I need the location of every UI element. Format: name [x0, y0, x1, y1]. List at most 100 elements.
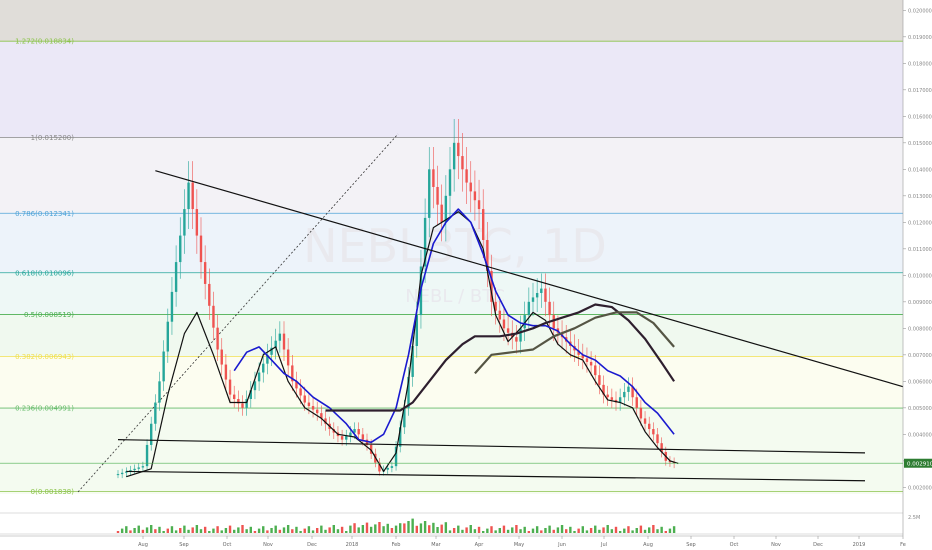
volume-bar [506, 529, 510, 533]
candle-body [527, 301, 531, 316]
candle-body [311, 406, 315, 410]
price-chart[interactable]: NEBLBTC, 1D NEBL / BTC 1.272(0.018834)1(… [0, 0, 932, 550]
volume-bar [357, 527, 360, 533]
candle-body [639, 407, 643, 419]
volume-bar [581, 526, 584, 533]
volume-bar [419, 523, 423, 533]
volume-bar [482, 531, 485, 533]
volume-bar [428, 525, 431, 533]
volume-bars [0, 512, 903, 535]
volume-bar [457, 525, 460, 533]
volume-bar [228, 525, 232, 533]
candle-body [598, 375, 601, 385]
volume-bar [627, 526, 630, 533]
time-tick-label: 2018 [346, 542, 359, 548]
candle-body [257, 372, 261, 382]
volume-bar [544, 528, 547, 533]
candle-body [594, 365, 597, 376]
volume-bar [378, 522, 381, 533]
candle-body [224, 364, 228, 380]
price-tick-label: 0.015000 [908, 141, 932, 147]
candle-body [212, 305, 215, 328]
volume-bar [461, 529, 464, 533]
candle-body [141, 466, 145, 468]
candle-body [154, 402, 157, 424]
volume-bar [610, 529, 614, 533]
candle-body [436, 186, 439, 205]
volume-bar [141, 529, 145, 533]
candle-body [228, 379, 232, 395]
volume-bar [452, 528, 456, 533]
fib-level-label: 0.5(0.008519) [24, 311, 74, 319]
candle-body [469, 182, 472, 192]
volume-bar [266, 530, 269, 533]
volume-bar [129, 530, 132, 533]
candle-body [345, 436, 348, 440]
candle-body [648, 423, 651, 430]
volume-bar [120, 528, 124, 533]
volume-bar [540, 530, 543, 533]
candle-body [482, 209, 485, 240]
volume-bar [565, 529, 568, 533]
price-tick-label: 0.010000 [908, 273, 932, 279]
candle-body [444, 195, 448, 223]
volume-bar [336, 529, 340, 533]
volume-bar [187, 529, 190, 533]
candle-body [506, 328, 510, 333]
volume-bar [282, 527, 286, 533]
volume-bar [560, 525, 564, 533]
volume-bar [199, 529, 203, 533]
volume-bar [353, 523, 356, 533]
volume-bar [548, 525, 551, 533]
volume-bar [660, 526, 663, 533]
volume-bar [490, 526, 493, 533]
volume-bar [303, 528, 306, 533]
candle-body [515, 337, 518, 342]
time-tick-label: Mar [431, 542, 441, 548]
price-tick-label: 0.019000 [908, 35, 932, 41]
time-tick-label: Jul [600, 542, 607, 548]
candle-body [299, 388, 302, 396]
volume-bar [274, 525, 277, 533]
candle-body [535, 292, 539, 298]
time-tick-label: Nov [771, 542, 781, 548]
volume-bar [382, 526, 385, 533]
volume-bar [498, 528, 501, 533]
volume-bar [369, 526, 373, 533]
volume-bar [648, 527, 651, 533]
candle-body [627, 386, 630, 392]
price-tick-label: 0.006000 [908, 379, 932, 385]
volume-bar [519, 529, 522, 533]
time-tick-label: 2019 [853, 542, 866, 548]
volume-bar [286, 525, 290, 533]
price-tick-label: 0.014000 [908, 167, 932, 173]
candle-body [635, 397, 638, 408]
volume-bar [257, 528, 261, 533]
candle-body [195, 209, 199, 236]
candle-body [133, 468, 136, 471]
volume-bar [448, 530, 452, 533]
candle-body [548, 301, 551, 316]
volume-bar [394, 525, 398, 533]
volume-bar [237, 527, 240, 533]
candle-body [652, 429, 655, 435]
fib-level-label: 0.786(0.012341) [15, 210, 74, 218]
volume-bar [299, 531, 302, 533]
volume-bar [672, 526, 676, 533]
volume-bar [374, 524, 377, 533]
candle-body [233, 394, 236, 400]
volume-bar [403, 523, 406, 533]
price-tick-label: 0.005000 [908, 406, 932, 412]
volume-bar [569, 526, 572, 533]
candle-body [465, 169, 468, 183]
time-axis[interactable]: Aug Sep Oct Nov Dec 2018 Feb Mar Apr May Jun Jul Aug… [0, 535, 906, 548]
fib-level-label: 1.272(0.018834) [15, 38, 74, 46]
volume-bar [125, 526, 128, 533]
volume-bar [631, 530, 634, 533]
volume-bar [191, 527, 194, 533]
volume-bar [444, 522, 448, 533]
candle-body [220, 349, 223, 365]
candle-body [540, 288, 543, 293]
volume-bar [166, 528, 169, 533]
candle-body [303, 395, 306, 403]
